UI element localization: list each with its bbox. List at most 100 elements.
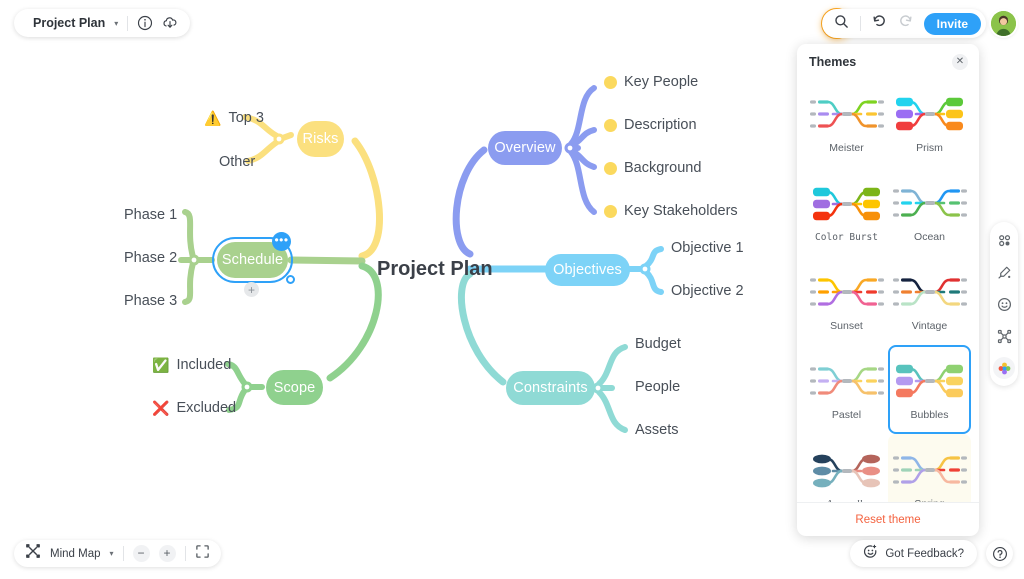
theme-card-ocean[interactable]: Ocean (888, 167, 971, 256)
document-title[interactable]: Project Plan (33, 16, 105, 30)
leaf-node-budget[interactable]: Budget (635, 336, 681, 352)
node-format-toolbar (990, 222, 1018, 386)
redo-icon[interactable] (898, 14, 913, 34)
theme-card-color-burst[interactable]: Color Burst (805, 167, 888, 256)
add-child-button[interactable]: + (244, 282, 259, 297)
zoom-out-button[interactable]: − (132, 545, 150, 562)
leaf-node-description[interactable]: Description (604, 117, 697, 133)
leaf-node-other[interactable]: Other (219, 154, 255, 170)
divider (122, 546, 124, 561)
node-options-badge[interactable]: ••• (272, 232, 291, 251)
bullet-dot-icon (604, 118, 617, 132)
leaf-node-objective-1[interactable]: Objective 1 (671, 240, 744, 256)
theme-name: Vintage (911, 320, 948, 332)
leaf-label: Background (624, 160, 702, 176)
theme-card-bubbles[interactable]: Bubbles (888, 345, 971, 434)
feedback-button[interactable]: Got Feedback? (850, 540, 977, 567)
branch-node-overview[interactable]: Overview (488, 131, 562, 165)
theme-card-aquarelle[interactable]: Aquarelle (805, 434, 888, 502)
theme-card-sunset[interactable]: Sunset (805, 256, 888, 345)
leaf-label: People (635, 379, 681, 395)
leaf-node-phase-1[interactable]: Phase 1 (124, 207, 177, 223)
theme-card-vintage[interactable]: Vintage (888, 256, 971, 345)
warning-icon: ⚠️ (204, 110, 222, 126)
theme-name: Meister (829, 142, 864, 154)
leaf-label: Top 3 (228, 110, 264, 126)
leaf-label: Other (219, 154, 256, 170)
main-toolbar: Invite (821, 9, 986, 38)
leaf-node-phase-2[interactable]: Phase 2 (124, 250, 177, 266)
color-palette-icon[interactable] (993, 357, 1015, 379)
close-icon[interactable]: ✕ (952, 54, 968, 70)
check-mark-icon: ✅ (152, 357, 170, 373)
leaf-node-people[interactable]: People (635, 379, 680, 395)
theme-preview-icon (892, 269, 968, 315)
branch-node-constraints[interactable]: Constraints (506, 371, 595, 405)
chevron-down-icon[interactable]: ▾ (110, 549, 114, 558)
theme-preview-icon (892, 358, 968, 404)
theme-name: Pastel (831, 409, 862, 421)
themes-panel-footer: Reset theme (797, 502, 979, 536)
leaf-label: Excluded (176, 400, 237, 416)
leaf-node-key-stakeholders[interactable]: Key Stakeholders (604, 203, 738, 219)
theme-name: Bubbles (910, 409, 949, 421)
leaf-label: Phase 3 (124, 293, 178, 309)
leaf-label: Included (176, 357, 232, 373)
map-layout-icon[interactable] (993, 325, 1015, 347)
leaf-label: Budget (635, 336, 681, 352)
branch-node-risks[interactable]: Risks (297, 121, 344, 157)
undo-icon[interactable] (872, 14, 887, 34)
leaf-label: Key Stakeholders (624, 203, 738, 219)
root-node[interactable]: Project Plan (377, 258, 493, 281)
document-titlebar: chevron-left-icon Project Plan ▾ (14, 9, 191, 37)
mind-map-icon[interactable] (25, 543, 41, 564)
leaf-node-objective-2[interactable]: Objective 2 (671, 283, 744, 299)
user-avatar[interactable] (991, 11, 1016, 36)
leaf-node-included[interactable]: ✅ Included (152, 357, 231, 373)
themes-panel-title: Themes (809, 55, 857, 69)
zoom-in-button[interactable]: + (158, 545, 176, 562)
theme-preview-icon (892, 447, 968, 493)
theme-name: Color Burst (815, 231, 878, 243)
chevron-down-icon[interactable]: ▾ (114, 19, 118, 28)
info-icon[interactable] (137, 15, 153, 31)
view-mode-label[interactable]: Mind Map (50, 548, 101, 560)
divider (184, 546, 186, 561)
style-brush-icon[interactable] (993, 261, 1015, 283)
mindmap-app: Project Plan Risks ⚠️ Top 3 Other Schedu… (0, 0, 1024, 579)
leaf-node-background[interactable]: Background (604, 160, 701, 176)
layout-grid-icon[interactable] (993, 229, 1015, 251)
branch-node-objectives[interactable]: Objectives (545, 254, 630, 286)
leaf-node-top-3[interactable]: ⚠️ Top 3 (204, 110, 264, 126)
theme-card-pastel[interactable]: Pastel (805, 345, 888, 434)
feedback-label: Got Feedback? (885, 547, 964, 560)
themes-panel: Themes ✕ Meister Prism Color Burst Ocean Sun… (797, 44, 979, 536)
node-resize-handle[interactable] (286, 275, 295, 284)
search-icon[interactable] (834, 14, 849, 34)
download-cloud-icon[interactable] (162, 15, 178, 31)
divider (859, 16, 861, 31)
fit-screen-icon[interactable] (195, 544, 210, 564)
leaf-label: Objective 1 (671, 240, 744, 256)
leaf-node-phase-3[interactable]: Phase 3 (124, 293, 177, 309)
theme-preview-icon (809, 91, 885, 137)
theme-preview-icon (809, 448, 885, 494)
leaf-node-excluded[interactable]: ❌ Excluded (152, 400, 236, 416)
reset-theme-button[interactable]: Reset theme (855, 514, 920, 526)
branch-node-scope[interactable]: Scope (266, 370, 323, 405)
theme-name: Sunset (830, 320, 863, 332)
theme-card-prism[interactable]: Prism (888, 78, 971, 167)
theme-preview-icon (809, 181, 885, 227)
theme-preview-icon (892, 180, 968, 226)
leaf-node-assets[interactable]: Assets (635, 422, 679, 438)
leaf-label: Objective 2 (671, 283, 744, 299)
leaf-node-key-people[interactable]: Key People (604, 74, 698, 90)
leaf-label: Phase 2 (124, 250, 178, 266)
divider (127, 15, 129, 31)
theme-card-meister[interactable]: Meister (805, 78, 888, 167)
emoji-smiley-icon[interactable] (993, 293, 1015, 315)
theme-name: Prism (916, 142, 943, 154)
help-button[interactable] (986, 540, 1013, 567)
invite-button[interactable]: Invite (923, 12, 981, 35)
theme-card-spring[interactable]: Spring (888, 434, 971, 502)
